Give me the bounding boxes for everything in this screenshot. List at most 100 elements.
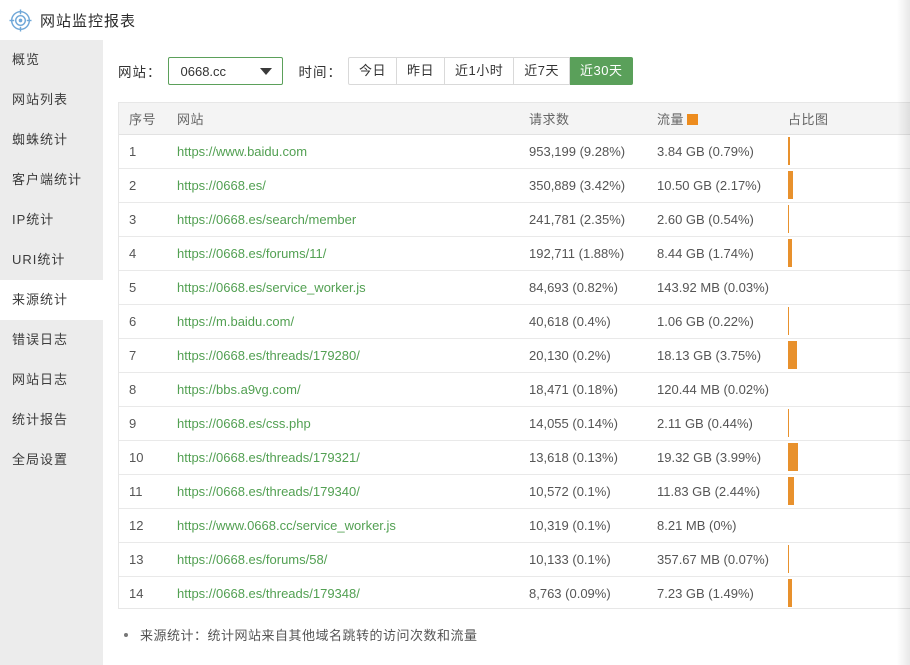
sidebar-item-error-log[interactable]: 错误日志 [0, 320, 103, 360]
time-filter-label: 时间： [299, 61, 343, 81]
traffic-ratio-bar [788, 171, 793, 199]
site-link[interactable]: https://0668.es/search/member [177, 212, 356, 227]
traffic-value: 2.60 GB (0.54%) [657, 202, 788, 236]
site-link[interactable]: https://0668.es/forums/11/ [177, 246, 326, 261]
traffic-legend-icon [687, 114, 698, 125]
table-row: 6https://m.baidu.com/40,618 (0.4%)1.06 G… [119, 304, 910, 338]
traffic-ratio-bar [788, 477, 794, 505]
site-select[interactable]: 0668.cc [168, 57, 283, 85]
traffic-value: 11.83 GB (2.44%) [657, 474, 788, 508]
traffic-ratio-bar [788, 205, 789, 233]
col-header-requests: 请求数 [529, 103, 657, 134]
col-header-site: 网站 [177, 103, 529, 134]
row-index: 12 [119, 508, 177, 542]
traffic-value: 7.23 GB (1.49%) [657, 576, 788, 609]
table-row: 10https://0668.es/threads/179321/13,618 … [119, 440, 910, 474]
row-index: 1 [119, 134, 177, 168]
sidebar-item-spider-stats[interactable]: 蜘蛛统计 [0, 120, 103, 160]
traffic-ratio-bar [788, 579, 792, 607]
footnote: 来源统计：统计网站来自其他域名跳转的访问次数和流量 [118, 625, 910, 644]
table-row: 1https://www.baidu.com953,199 (9.28%)3.8… [119, 134, 910, 168]
page-title: 网站监控报表 [40, 10, 136, 31]
row-index: 6 [119, 304, 177, 338]
site-link[interactable]: https://0668.es/css.php [177, 416, 311, 431]
traffic-value: 2.11 GB (0.44%) [657, 406, 788, 440]
table-row: 11https://0668.es/threads/179340/10,572 … [119, 474, 910, 508]
table-row: 3https://0668.es/search/member241,781 (2… [119, 202, 910, 236]
traffic-value: 1.06 GB (0.22%) [657, 304, 788, 338]
traffic-value: 8.21 MB (0%) [657, 508, 788, 542]
time-range-group: 今日 昨日 近1小时 近7天 近30天 [348, 57, 633, 85]
requests-value: 8,763 (0.09%) [529, 576, 657, 609]
site-link[interactable]: https://bbs.a9vg.com/ [177, 382, 301, 397]
site-link[interactable]: https://0668.es/service_worker.js [177, 280, 366, 295]
sidebar-item-client-stats[interactable]: 客户端统计 [0, 160, 103, 200]
site-link[interactable]: https://0668.es/ [177, 178, 266, 193]
site-link[interactable]: https://0668.es/forums/58/ [177, 552, 327, 567]
app-logo-target-icon [8, 8, 32, 32]
site-link[interactable]: https://m.baidu.com/ [177, 314, 294, 329]
requests-value: 192,711 (1.88%) [529, 236, 657, 270]
table-row: 8https://bbs.a9vg.com/18,471 (0.18%)120.… [119, 372, 910, 406]
site-link[interactable]: https://0668.es/threads/179280/ [177, 348, 360, 363]
row-index: 13 [119, 542, 177, 576]
app-header: 网站监控报表 [0, 0, 910, 40]
row-index: 2 [119, 168, 177, 202]
time-btn-last-30d[interactable]: 近30天 [570, 57, 633, 85]
site-link[interactable]: https://0668.es/threads/179348/ [177, 586, 360, 601]
time-btn-last-7d[interactable]: 近7天 [514, 57, 570, 85]
sidebar-item-stats-report[interactable]: 统计报告 [0, 400, 103, 440]
col-header-traffic: 流量 [657, 103, 788, 134]
table-row: 12https://www.0668.cc/service_worker.js 1… [119, 508, 910, 542]
traffic-ratio-bar [788, 545, 789, 573]
main-content: 网站： 0668.cc 时间： 今日 昨日 近1小时 近7天 近30天 序号 网… [103, 40, 910, 644]
requests-value: 14,055 (0.14%) [529, 406, 657, 440]
sidebar-item-site-log[interactable]: 网站日志 [0, 360, 103, 400]
sidebar-item-site-list[interactable]: 网站列表 [0, 80, 103, 120]
time-btn-yesterday[interactable]: 昨日 [397, 57, 445, 85]
col-header-ratio-chart: 占比图 [788, 103, 910, 134]
traffic-ratio-bar [788, 137, 790, 165]
table-row: 5https://0668.es/service_worker.js84,693… [119, 270, 910, 304]
site-select-value: 0668.cc [181, 64, 227, 79]
site-link[interactable]: https://www.0668.cc/service_worker.js [177, 518, 396, 533]
row-index: 3 [119, 202, 177, 236]
table-row: 2https://0668.es/350,889 (3.42%)10.50 GB… [119, 168, 910, 202]
requests-value: 40,618 (0.4%) [529, 304, 657, 338]
col-header-index: 序号 [119, 103, 177, 134]
filter-bar: 网站： 0668.cc 时间： 今日 昨日 近1小时 近7天 近30天 [118, 56, 910, 86]
traffic-ratio-bar [788, 341, 797, 369]
time-btn-today[interactable]: 今日 [348, 57, 397, 85]
requests-value: 953,199 (9.28%) [529, 134, 657, 168]
traffic-ratio-bar [788, 409, 789, 437]
table-row: 4https://0668.es/forums/11/192,711 (1.88… [119, 236, 910, 270]
traffic-value: 10.50 GB (2.17%) [657, 168, 788, 202]
bullet-icon [124, 633, 128, 637]
referrer-table: 序号 网站 请求数 流量 占比图 1https://www.baidu.com 9… [119, 103, 910, 609]
requests-value: 84,693 (0.82%) [529, 270, 657, 304]
traffic-ratio-bar [788, 307, 789, 335]
sidebar: 概览 网站列表 蜘蛛统计 客户端统计 IP统计 URI统计 来源统计 错误日志 … [0, 40, 103, 665]
traffic-ratio-bar [788, 239, 792, 267]
chevron-down-icon [260, 68, 272, 75]
requests-value: 13,618 (0.13%) [529, 440, 657, 474]
footnote-text: 来源统计：统计网站来自其他域名跳转的访问次数和流量 [140, 625, 478, 644]
site-link[interactable]: https://www.baidu.com [177, 144, 307, 159]
sidebar-item-global-settings[interactable]: 全局设置 [0, 440, 103, 480]
requests-value: 20,130 (0.2%) [529, 338, 657, 372]
row-index: 14 [119, 576, 177, 609]
requests-value: 10,319 (0.1%) [529, 508, 657, 542]
table-row: 14https://0668.es/threads/179348/8,763 (… [119, 576, 910, 609]
sidebar-item-referrer-stats[interactable]: 来源统计 [0, 280, 103, 320]
sidebar-item-overview[interactable]: 概览 [0, 40, 103, 80]
traffic-value: 18.13 GB (3.75%) [657, 338, 788, 372]
sidebar-item-ip-stats[interactable]: IP统计 [0, 200, 103, 240]
site-link[interactable]: https://0668.es/threads/179340/ [177, 484, 360, 499]
site-link[interactable]: https://0668.es/threads/179321/ [177, 450, 360, 465]
row-index: 8 [119, 372, 177, 406]
time-btn-last-hour[interactable]: 近1小时 [445, 57, 514, 85]
traffic-value: 357.67 MB (0.07%) [657, 542, 788, 576]
sidebar-item-uri-stats[interactable]: URI统计 [0, 240, 103, 280]
row-index: 10 [119, 440, 177, 474]
traffic-ratio-bar [788, 443, 798, 471]
